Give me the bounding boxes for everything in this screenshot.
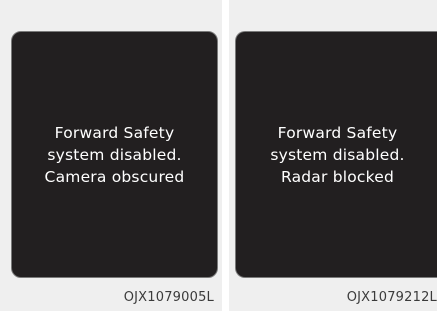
cluster-display-screen: Forward Safety system disabled. Camera o… xyxy=(11,31,218,278)
warning-line-1: Forward Safety xyxy=(277,123,398,142)
warning-panel-radar: Forward Safety system disabled. Radar bl… xyxy=(229,0,437,311)
warning-line-1: Forward Safety xyxy=(54,123,175,142)
image-code-label: OJX1079005L xyxy=(123,290,214,305)
warning-panel-camera: Forward Safety system disabled. Camera o… xyxy=(0,0,222,311)
warning-line-2: system disabled. xyxy=(47,145,182,164)
warning-line-3: Radar blocked xyxy=(280,167,395,186)
cluster-display-screen: Forward Safety system disabled. Radar bl… xyxy=(235,31,437,278)
image-code-label: OJX1079212L xyxy=(346,290,437,305)
warning-message: Forward Safety system disabled. Camera o… xyxy=(45,122,185,188)
warning-message: Forward Safety system disabled. Radar bl… xyxy=(270,122,404,188)
warning-line-2: system disabled. xyxy=(270,145,405,164)
warning-line-3: Camera obscured xyxy=(44,167,185,186)
